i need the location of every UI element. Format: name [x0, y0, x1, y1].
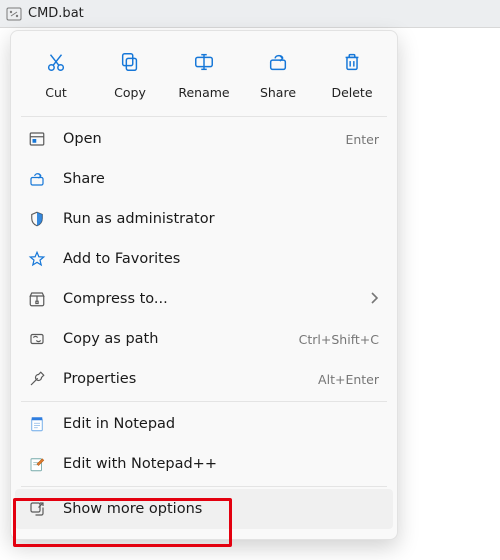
menu-show-more-label: Show more options — [63, 501, 363, 517]
show-more-icon — [27, 500, 47, 518]
cut-label: Cut — [45, 85, 67, 100]
share-icon — [27, 170, 47, 188]
menu-copy-path[interactable]: Copy as path Ctrl+Shift+C — [15, 319, 393, 359]
action-row: Cut Copy Rename — [15, 37, 393, 114]
context-menu: Cut Copy Rename — [10, 30, 398, 540]
copy-label: Copy — [114, 85, 146, 100]
cut-icon — [45, 51, 67, 77]
open-icon — [27, 130, 47, 148]
shield-icon — [27, 210, 47, 228]
archive-icon — [27, 290, 47, 308]
copy-path-icon — [27, 330, 47, 348]
rename-label: Rename — [178, 85, 229, 100]
menu-edit-notepad-plus-label: Edit with Notepad++ — [63, 456, 363, 472]
divider — [21, 116, 387, 117]
menu-show-more[interactable]: Show more options — [15, 489, 393, 529]
menu-copy-path-shortcut: Ctrl+Shift+C — [299, 332, 379, 347]
notepad-plus-icon — [27, 455, 47, 473]
star-icon — [27, 250, 47, 268]
menu-properties[interactable]: Properties Alt+Enter — [15, 359, 393, 399]
share-action-button[interactable]: Share — [242, 45, 314, 104]
menu-open-label: Open — [63, 131, 329, 147]
copy-button[interactable]: Copy — [94, 45, 166, 104]
rename-button[interactable]: Rename — [168, 45, 240, 104]
menu-edit-notepad-plus[interactable]: Edit with Notepad++ — [15, 444, 393, 484]
delete-button[interactable]: Delete — [316, 45, 388, 104]
cut-button[interactable]: Cut — [20, 45, 92, 104]
share-action-label: Share — [260, 85, 296, 100]
menu-run-admin[interactable]: Run as administrator — [15, 199, 393, 239]
trash-icon — [341, 51, 363, 77]
menu-open[interactable]: Open Enter — [15, 119, 393, 159]
rename-icon — [193, 51, 215, 77]
menu-share[interactable]: Share — [15, 159, 393, 199]
delete-label: Delete — [331, 85, 372, 100]
file-header[interactable]: CMD.bat — [0, 0, 500, 28]
menu-edit-notepad-label: Edit in Notepad — [63, 416, 363, 432]
menu-open-shortcut: Enter — [345, 132, 379, 147]
copy-icon — [119, 51, 141, 77]
chevron-right-icon — [369, 291, 379, 308]
menu-run-admin-label: Run as administrator — [63, 211, 363, 227]
divider — [21, 401, 387, 402]
notepad-icon — [27, 415, 47, 433]
wrench-icon — [27, 370, 47, 388]
share-action-icon — [267, 51, 289, 77]
menu-copy-path-label: Copy as path — [63, 331, 283, 347]
menu-share-label: Share — [63, 171, 363, 187]
batch-file-icon — [6, 6, 22, 22]
divider — [21, 486, 387, 487]
menu-add-favorites[interactable]: Add to Favorites — [15, 239, 393, 279]
menu-compress[interactable]: Compress to... — [15, 279, 393, 319]
menu-edit-notepad[interactable]: Edit in Notepad — [15, 404, 393, 444]
menu-add-favorites-label: Add to Favorites — [63, 251, 363, 267]
menu-properties-label: Properties — [63, 371, 302, 387]
menu-properties-shortcut: Alt+Enter — [318, 372, 379, 387]
file-name: CMD.bat — [28, 6, 84, 21]
menu-compress-label: Compress to... — [63, 291, 353, 307]
